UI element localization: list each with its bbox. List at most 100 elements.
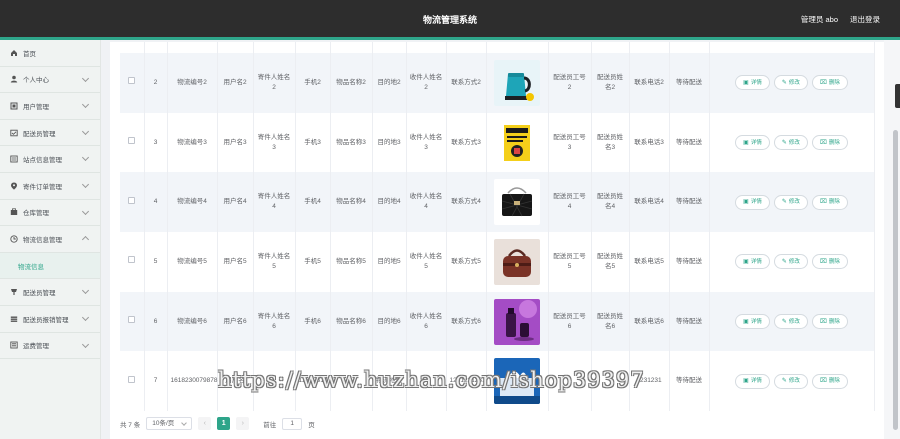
goto-page-input[interactable]: 1 (282, 417, 303, 430)
cell-dest: 物流地址 (372, 351, 407, 412)
sidebar-item-users[interactable]: 用户管理 (0, 93, 100, 120)
goto-label: 前往 (263, 421, 277, 429)
cell-staff-no: 配送员工号6 (548, 291, 592, 352)
sidebar-item-courier[interactable]: 配送员管理 (0, 120, 100, 147)
chevron-up-icon (81, 236, 90, 244)
sidebar-item-orders[interactable]: 寄件订单管理 (0, 173, 100, 200)
row-checkbox[interactable] (128, 196, 136, 204)
cell-contact: 联系方式3 (446, 112, 487, 173)
detail-button[interactable]: ▣ 详情 (735, 254, 770, 270)
delete-button[interactable]: ⌧ 删除 (811, 135, 848, 151)
warehouse-icon (10, 208, 18, 216)
cell-status: 等待配送 (669, 232, 710, 292)
cell-phone: 手机5 (295, 232, 331, 292)
pencil-icon: ✎ (781, 318, 787, 325)
detail-button[interactable]: ▣ 详情 (735, 75, 770, 91)
row-checkbox[interactable] (128, 375, 136, 383)
row-select-cell (120, 172, 145, 233)
home-icon (10, 49, 18, 57)
edit-button[interactable]: ✎ 修改 (773, 254, 808, 270)
delete-button[interactable]: ⌧ 删除 (811, 75, 848, 91)
cell-dest: 目的地5 (372, 232, 407, 292)
cell-receiver: 收件人姓名2 (406, 53, 447, 113)
row-select-cell (120, 291, 145, 352)
button-label: 删除 (828, 318, 840, 325)
page-number-1[interactable]: 1 (217, 417, 231, 430)
row-checkbox[interactable] (128, 77, 136, 85)
cell-staff-phone: 联系电话5 (629, 232, 670, 292)
button-label: 详情 (750, 139, 762, 146)
sidebar: 首页 个人中心 用户管理 配送员管理 站点信息管理 寄件订单管理 仓库管理 物流… (0, 40, 101, 439)
sidebar-item-freight[interactable]: 运费管理 (0, 333, 100, 360)
edit-button[interactable]: ✎ 修改 (773, 135, 808, 151)
sidebar-item-label: 寄件订单管理 (23, 183, 62, 191)
sidebar-item-delivery[interactable]: 配送员管理 (0, 279, 100, 306)
cell-receiver: 收件人姓名5 (406, 232, 447, 292)
cell-staff-name: 配送员姓名2 (591, 53, 630, 113)
cell-status: 等待配送 (669, 112, 710, 173)
cell-code: 物流编号6 (167, 291, 218, 352)
page-size-select[interactable]: 10条/页 (146, 417, 193, 430)
delete-button[interactable]: ⌧ 删除 (811, 194, 848, 210)
row-actions: ▣ 详情 ✎ 修改 ⌧ 删除 (709, 53, 875, 113)
user-icon (10, 75, 18, 83)
delete-button[interactable]: ⌧ 删除 (811, 254, 848, 270)
detail-button[interactable]: ▣ 详情 (735, 194, 770, 210)
sidebar-item-profile[interactable]: 个人中心 (0, 67, 100, 94)
cell-receiver: 收件人姓名3 (406, 112, 447, 173)
logout-link[interactable]: 退出登录 (850, 14, 880, 25)
button-label: 详情 (750, 318, 762, 325)
detail-button[interactable]: ▣ 详情 (735, 314, 770, 330)
item-image-cell (486, 232, 549, 292)
trash-icon: ⌧ (819, 378, 827, 385)
detail-button[interactable]: ▣ 详情 (735, 135, 770, 151)
sidebar-item-warehouse[interactable]: 仓库管理 (0, 200, 100, 227)
table-row: 7 1618230079878 用户名 1231231231 物流地址 123123123… (120, 351, 875, 412)
trash-icon: ⌧ (819, 79, 827, 86)
button-label: 删除 (828, 258, 840, 265)
sidebar-item-logistics[interactable]: 物流信息管理 (0, 226, 100, 253)
detail-icon: ▣ (743, 199, 749, 206)
row-checkbox[interactable] (128, 316, 136, 324)
button-label: 删除 (828, 79, 840, 86)
top-bar: 物流管理系统 管理员 abo 退出登录 (0, 0, 900, 37)
cell-status: 等待配送 (669, 291, 710, 352)
cell-staff-name: 配送员姓名3 (591, 112, 630, 173)
delete-button[interactable]: ⌧ 删除 (811, 373, 848, 389)
sidebar-item-home[interactable]: 首页 (0, 40, 100, 67)
scrollbar-thumb[interactable] (893, 130, 898, 430)
detail-icon: ▣ (743, 258, 749, 265)
button-label: 修改 (788, 378, 800, 385)
cell-item: 物品名称4 (330, 172, 373, 233)
cell-sender: 寄件人姓名4 (253, 172, 296, 233)
sidebar-item-station[interactable]: 站点信息管理 (0, 146, 100, 173)
cell-no: 6 (144, 291, 168, 352)
cell-staff-phone: 联系电话2 (629, 53, 670, 113)
cell-staff-name: 配送员姓名4 (591, 172, 630, 233)
table-row: 4 物流编号4 用户名4 寄件人姓名4 手机4 物品名称4 目的地4 收件人姓名4 联系方式4 配… (120, 172, 875, 233)
cell-receiver: 收件人姓名4 (406, 172, 447, 233)
cell-staff-no: 配送员工号4 (548, 172, 592, 233)
row-checkbox[interactable] (128, 137, 136, 145)
delete-button[interactable]: ⌧ 删除 (811, 314, 848, 330)
edit-button[interactable]: ✎ 修改 (773, 194, 808, 210)
cell-sender: 寄件人姓名6 (253, 291, 296, 352)
cell-no: 2 (144, 53, 168, 113)
item-image-kettle (494, 59, 540, 106)
sidebar-subitem-logistics-info[interactable]: 物流信息 (0, 252, 100, 280)
sidebar-item-reimburse[interactable]: 配送员报销管理 (0, 306, 100, 333)
side-panel-handle[interactable] (895, 84, 900, 108)
edit-button[interactable]: ✎ 修改 (773, 373, 808, 389)
row-checkbox[interactable] (128, 256, 136, 264)
cell-dest: 目的地3 (372, 112, 407, 173)
edit-button[interactable]: ✎ 修改 (773, 314, 808, 330)
courier-icon (10, 129, 18, 137)
users-icon (10, 102, 18, 110)
trash-icon: ⌧ (819, 258, 827, 265)
detail-button[interactable]: ▣ 详情 (735, 373, 770, 389)
prev-page-button[interactable]: ‹ (198, 417, 212, 430)
edit-button[interactable]: ✎ 修改 (773, 75, 808, 91)
cell-no: 3 (144, 112, 168, 173)
sidebar-item-label: 物流信息 (18, 263, 44, 271)
next-page-button[interactable]: › (236, 417, 250, 430)
